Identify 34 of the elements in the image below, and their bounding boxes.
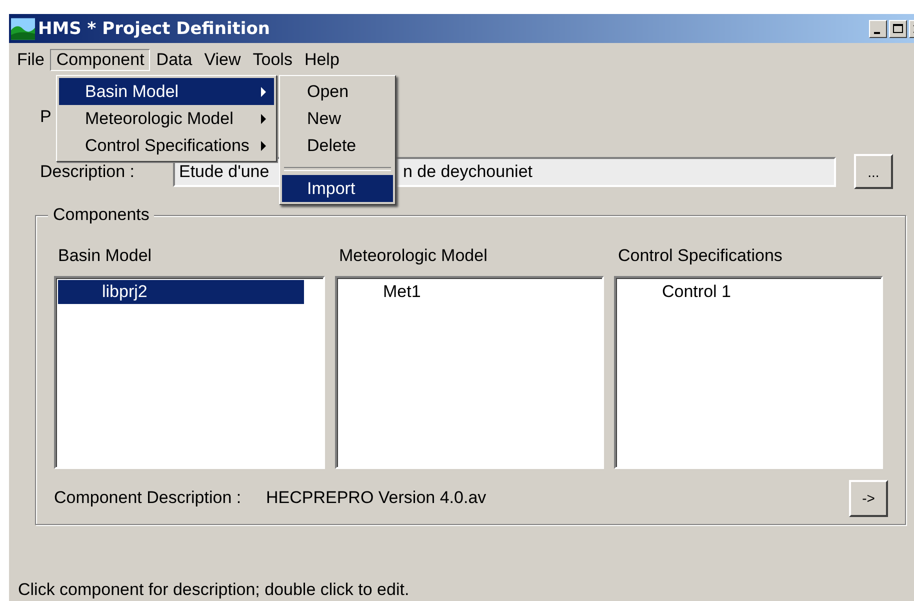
menu-item[interactable]: Component	[50, 49, 150, 71]
list-item[interactable]: Control 1	[618, 280, 879, 304]
project-label: P	[40, 107, 52, 127]
list-item[interactable]: Met1	[339, 280, 600, 304]
next-button[interactable]: ->	[849, 480, 888, 516]
list-box[interactable]: Control 1	[614, 276, 883, 469]
menu-entry[interactable]: Delete	[282, 132, 393, 159]
list-header: Meteorologic Model	[339, 246, 488, 266]
landscape-icon	[11, 18, 35, 40]
list-box[interactable]: libprj2	[54, 276, 325, 469]
menu-item[interactable]: File	[16, 49, 50, 71]
menu-item[interactable]: View	[198, 49, 247, 71]
list-item[interactable]: libprj2	[58, 280, 304, 304]
component-description-value: HECPREPRO Version 4.0.av	[266, 488, 486, 508]
window-title: HMS * Project Definition	[38, 18, 270, 38]
menu-entry[interactable]: Meteorologic Model	[59, 105, 274, 132]
minimize-icon[interactable]	[869, 20, 887, 38]
component-description-label: Component Description :	[54, 488, 242, 508]
menu-entry[interactable]: Control Specifications	[59, 132, 274, 159]
maximize-icon[interactable]	[889, 20, 907, 38]
description-label: Description :	[39, 162, 136, 182]
menu-item[interactable]: Help	[298, 49, 346, 71]
menu-entry[interactable]: Open	[282, 78, 393, 105]
list-box[interactable]: Met1	[335, 276, 604, 469]
menu-entry[interactable]: Import	[282, 175, 393, 202]
menu-item[interactable]: Tools	[246, 49, 298, 71]
list-header: Basin Model	[58, 246, 153, 266]
group-title: Components	[48, 205, 154, 225]
status-text: Click component for description; double click to edit.	[18, 580, 410, 600]
menu-entry[interactable]: Basin Model	[59, 78, 274, 105]
list-header: Control Specifications	[618, 246, 784, 266]
menu-entry[interactable]: New	[282, 105, 393, 132]
browse-button[interactable]: ...	[854, 154, 893, 189]
menu-item[interactable]: Data	[150, 49, 198, 71]
